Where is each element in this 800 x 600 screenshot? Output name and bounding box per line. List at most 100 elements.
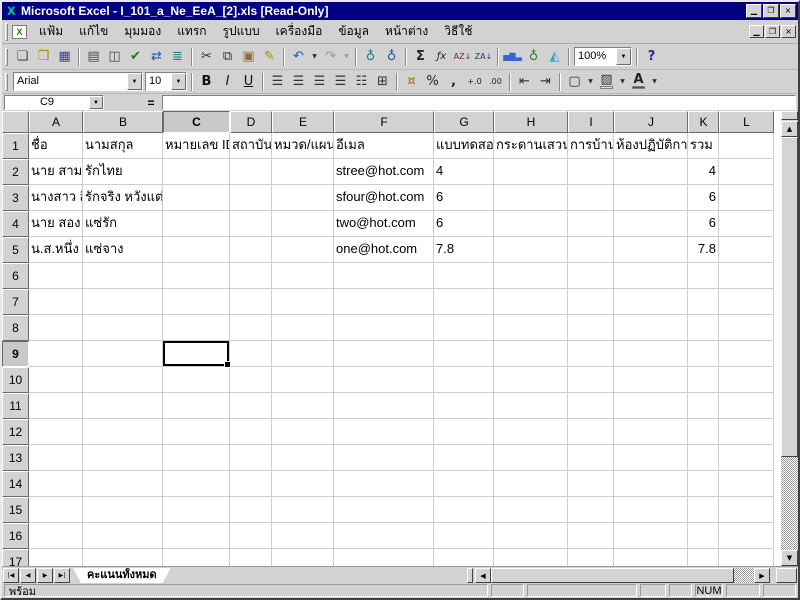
restore-button[interactable]: ❐ — [765, 25, 780, 38]
cell-D15[interactable] — [230, 497, 272, 523]
row-header-12[interactable]: 12 — [2, 419, 29, 445]
cell-C6[interactable] — [163, 263, 230, 289]
cell-B15[interactable] — [83, 497, 163, 523]
cell-J7[interactable] — [614, 289, 688, 315]
cell-C10[interactable] — [163, 367, 230, 393]
cell-A7[interactable] — [29, 289, 83, 315]
cell-F9[interactable] — [334, 341, 434, 367]
row-header-17[interactable]: 17 — [2, 549, 29, 566]
column-header-I[interactable]: I — [568, 111, 614, 133]
cell-A6[interactable] — [29, 263, 83, 289]
cell-L6[interactable] — [719, 263, 774, 289]
print-preview-button[interactable]: ◫ — [104, 47, 125, 67]
cell-B6[interactable] — [83, 263, 163, 289]
cell-E8[interactable] — [272, 315, 334, 341]
comma-button[interactable]: , — [443, 72, 464, 92]
cell-I1[interactable]: การบ้าน: — [568, 133, 614, 159]
cell-H7[interactable] — [494, 289, 568, 315]
cell-K7[interactable] — [688, 289, 719, 315]
cell-L16[interactable] — [719, 523, 774, 549]
cell-K11[interactable] — [688, 393, 719, 419]
spelling-button[interactable]: ✔ — [125, 47, 146, 67]
align-center-button[interactable]: ☰ — [288, 72, 309, 92]
row-header-9[interactable]: 9 — [2, 341, 29, 367]
minimize-button[interactable]: ▁ — [749, 25, 764, 38]
cell-G9[interactable] — [434, 341, 494, 367]
cell-L11[interactable] — [719, 393, 774, 419]
cell-H13[interactable] — [494, 445, 568, 471]
next-sheet-button[interactable]: ▶ — [37, 568, 53, 583]
cell-K5[interactable]: 7.8 — [688, 237, 719, 263]
cell-H1[interactable]: กระดานเสวนา: — [494, 133, 568, 159]
cell-D6[interactable] — [230, 263, 272, 289]
cell-E15[interactable] — [272, 497, 334, 523]
cell-D5[interactable] — [230, 237, 272, 263]
cell-E3[interactable] — [272, 185, 334, 211]
fill-color-button[interactable]: ▨ — [596, 72, 617, 92]
cell-H8[interactable] — [494, 315, 568, 341]
menu-edit[interactable]: แก้ไข — [71, 19, 116, 44]
row-header-1[interactable]: 1 — [2, 133, 29, 159]
cell-C1[interactable]: หมายเลข ID — [163, 133, 230, 159]
save-button[interactable]: ▦ — [54, 47, 75, 67]
copy-button[interactable]: ⧉ — [217, 47, 238, 67]
autosum-button[interactable]: Σ — [410, 47, 431, 67]
cell-G6[interactable] — [434, 263, 494, 289]
underline-button[interactable]: U — [238, 72, 259, 92]
cell-I4[interactable] — [568, 211, 614, 237]
chevron-down-icon[interactable]: ▼ — [616, 48, 631, 65]
cell-D14[interactable] — [230, 471, 272, 497]
cell-A11[interactable] — [29, 393, 83, 419]
merge-and-center-button[interactable]: ⊞ — [372, 72, 393, 92]
cell-A15[interactable] — [29, 497, 83, 523]
cell-L9[interactable] — [719, 341, 774, 367]
cell-F17[interactable] — [334, 549, 434, 566]
cell-L7[interactable] — [719, 289, 774, 315]
cell-G14[interactable] — [434, 471, 494, 497]
font-color-button[interactable]: A — [628, 72, 649, 92]
cell-I14[interactable] — [568, 471, 614, 497]
cell-G12[interactable] — [434, 419, 494, 445]
cell-D4[interactable] — [230, 211, 272, 237]
scroll-left-icon[interactable]: ◀ — [475, 568, 491, 583]
cell-B12[interactable] — [83, 419, 163, 445]
cell-L1[interactable] — [719, 133, 774, 159]
toolbar-drag-handle[interactable] — [5, 23, 8, 41]
cell-A17[interactable] — [29, 549, 83, 566]
cell-B5[interactable]: แซ่จาง — [83, 237, 163, 263]
cell-I2[interactable] — [568, 159, 614, 185]
cell-K14[interactable] — [688, 471, 719, 497]
cell-E1[interactable]: หมวด/แผนก — [272, 133, 334, 159]
column-header-A[interactable]: A — [29, 111, 83, 133]
cell-I12[interactable] — [568, 419, 614, 445]
cell-K16[interactable] — [688, 523, 719, 549]
chevron-down-icon[interactable]: ▼ — [127, 73, 142, 90]
menu-data[interactable]: ข้อมูล — [330, 19, 377, 44]
cell-G4[interactable]: 6 — [434, 211, 494, 237]
borders-button[interactable]: ▢ — [564, 72, 585, 92]
cell-D10[interactable] — [230, 367, 272, 393]
cell-E2[interactable] — [272, 159, 334, 185]
cell-L17[interactable] — [719, 549, 774, 566]
row-header-10[interactable]: 10 — [2, 367, 29, 393]
cell-B9[interactable] — [83, 341, 163, 367]
insert-hyperlink-button[interactable]: ♁ — [360, 47, 381, 67]
cell-J4[interactable] — [614, 211, 688, 237]
cell-I13[interactable] — [568, 445, 614, 471]
cell-C7[interactable] — [163, 289, 230, 315]
column-header-K[interactable]: K — [688, 111, 719, 133]
cell-C2[interactable] — [163, 159, 230, 185]
cell-H17[interactable] — [494, 549, 568, 566]
cell-B3[interactable]: รักจริง หวังแต่ง — [83, 185, 163, 211]
vertical-scrollbar[interactable]: ▲ ▼ — [781, 111, 798, 566]
cell-F14[interactable] — [334, 471, 434, 497]
cell-H2[interactable] — [494, 159, 568, 185]
cell-H5[interactable] — [494, 237, 568, 263]
sort-descending-button[interactable]: ZA↓ — [473, 47, 494, 67]
undo-button[interactable]: ↶ — [288, 47, 309, 67]
cell-F2[interactable]: stree@hot.com — [334, 159, 434, 185]
cell-K4[interactable]: 6 — [688, 211, 719, 237]
scroll-right-icon[interactable]: ▶ — [754, 568, 770, 583]
distributed-button[interactable]: ☷ — [351, 72, 372, 92]
menu-view[interactable]: มุมมอง — [116, 19, 169, 44]
